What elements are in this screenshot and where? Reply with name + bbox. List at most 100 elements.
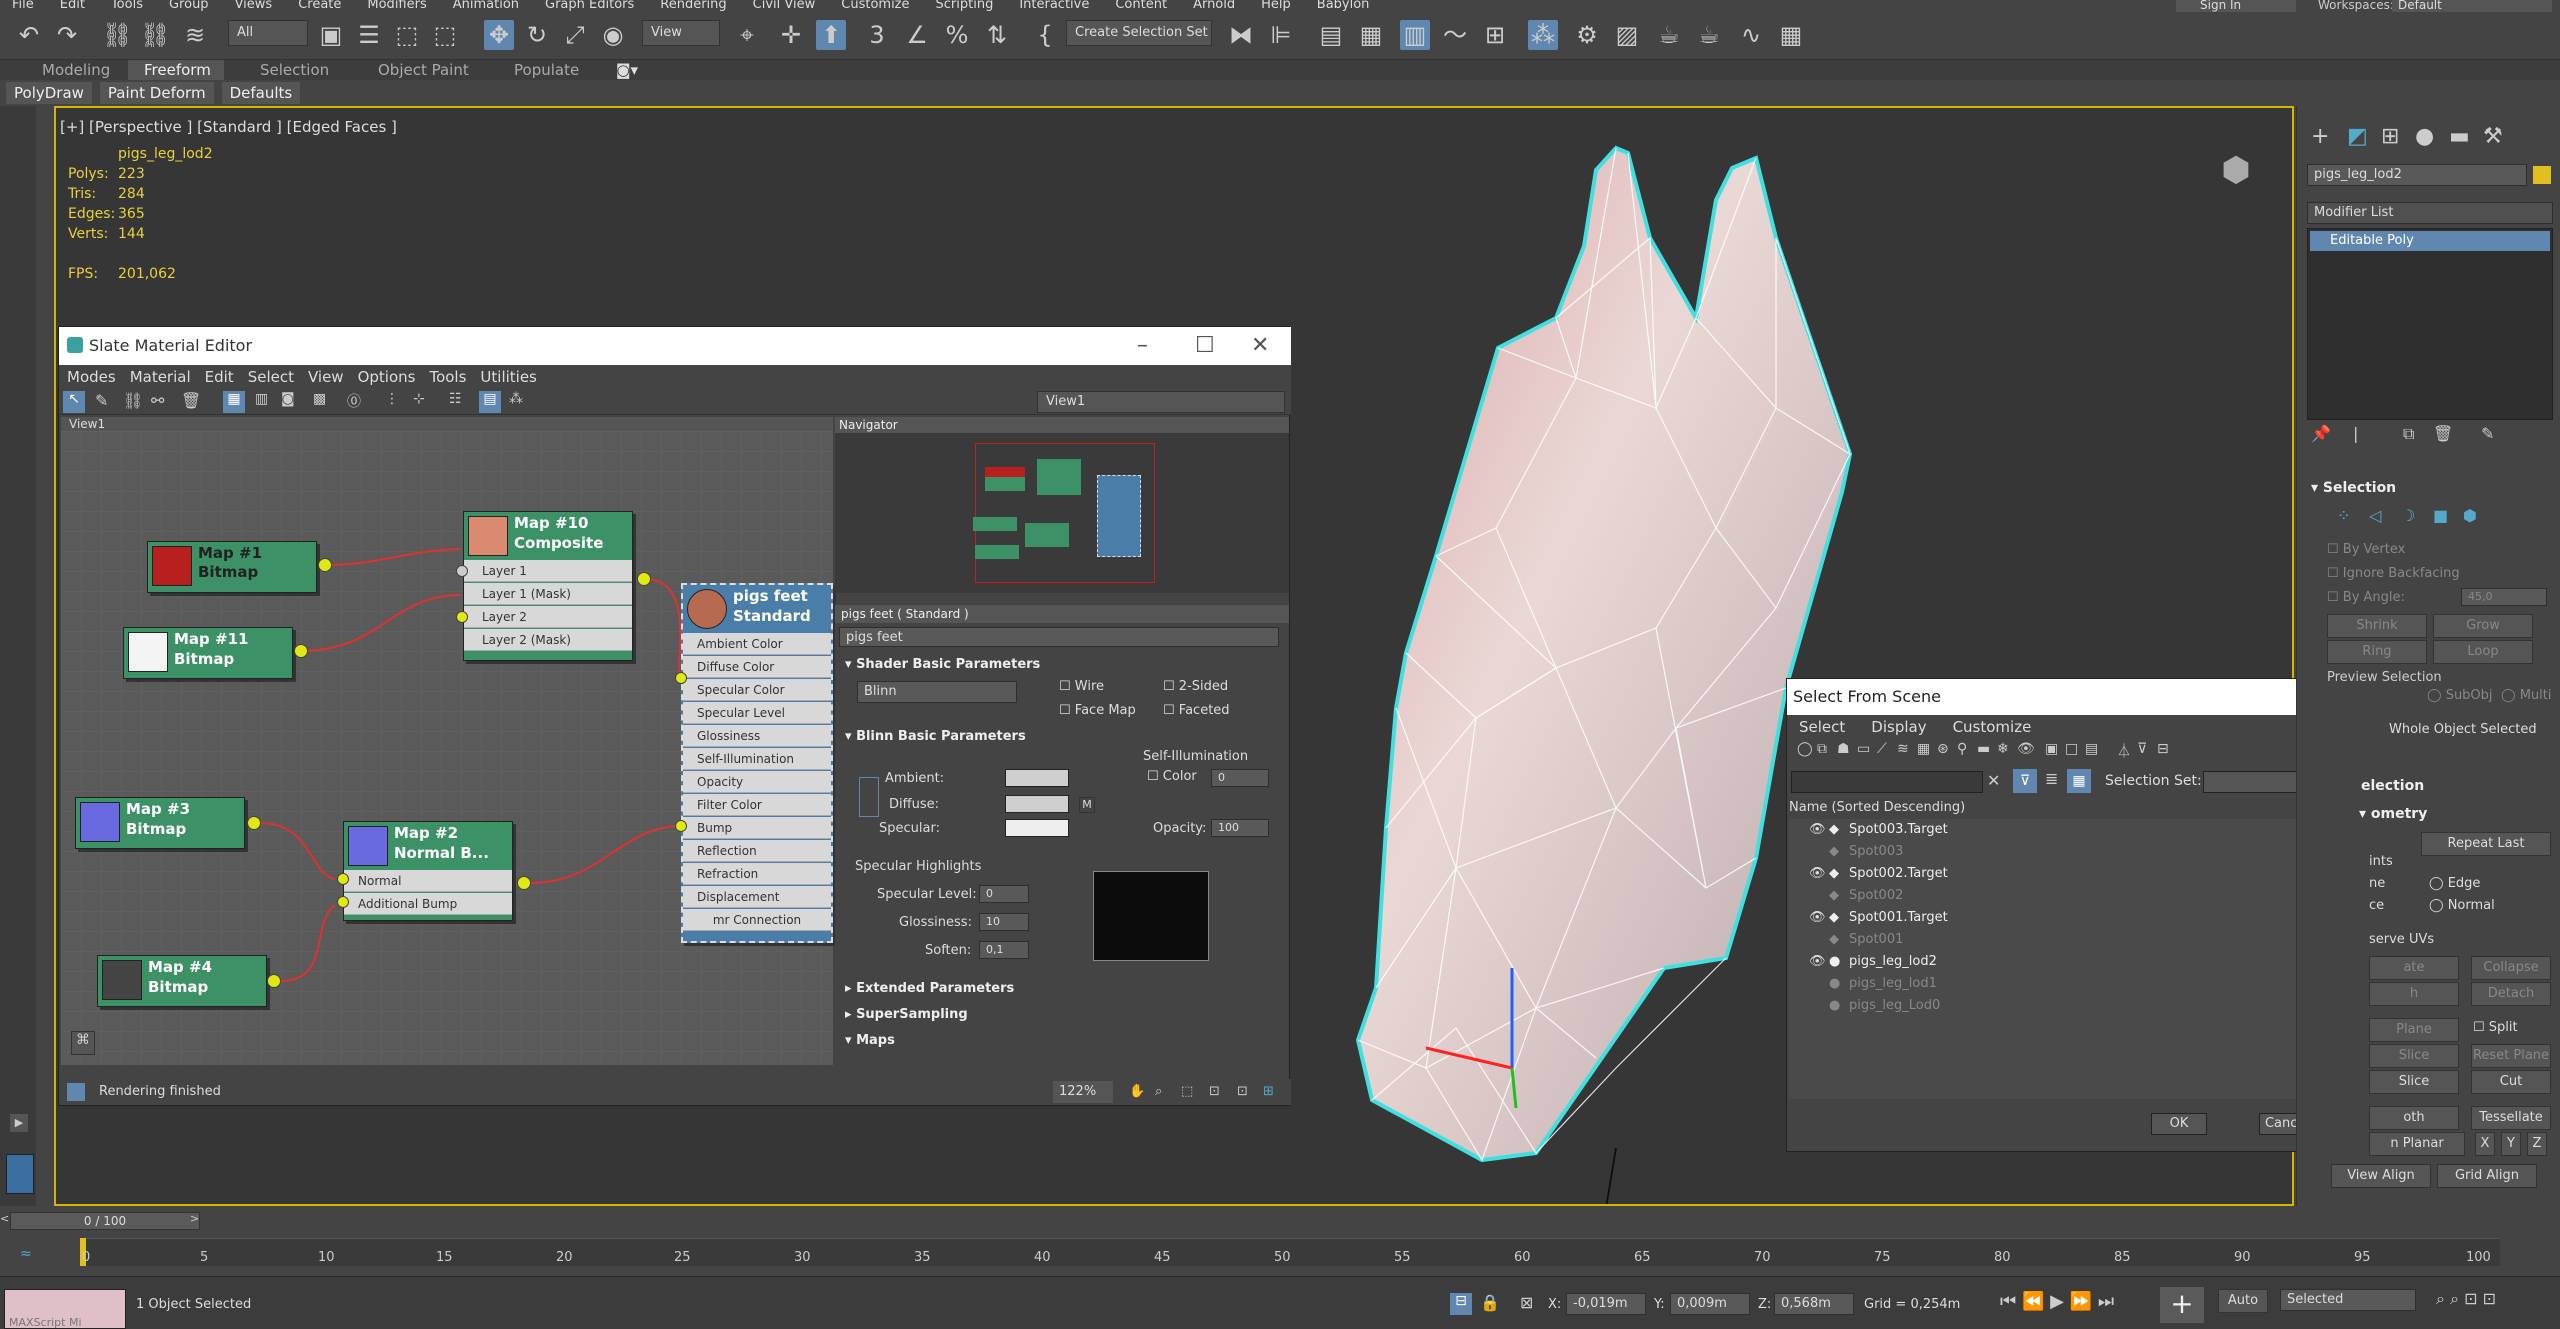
reference-coord-dropdown[interactable]: View [642, 20, 720, 46]
diffuse-input-port[interactable] [675, 672, 687, 684]
shrink-button[interactable]: Shrink [2327, 614, 2427, 638]
slot-displacement[interactable]: Displacement [683, 886, 831, 908]
slot-mr-connection[interactable]: mr Connection [683, 909, 831, 931]
expand-arrow-icon[interactable]: ▶ [10, 1114, 28, 1132]
layer-toggle-icon[interactable]: ≣ [2045, 769, 2058, 788]
blinn-basic-params-rollout[interactable]: ▾ Blinn Basic Parameters [845, 729, 1026, 744]
ribbon-options-icon[interactable]: ◙▾ [600, 60, 654, 80]
supersampling-rollout[interactable]: ▸ SuperSampling [845, 1007, 968, 1022]
map-10-output-port[interactable] [637, 572, 651, 586]
tessellate-button[interactable]: Tessellate [2471, 1106, 2551, 1130]
node-graph[interactable]: Map #1 Bitmap Map #11 Bitmap Map #10 Com… [61, 431, 833, 1065]
paint-deform-button[interactable]: Paint Deform [99, 82, 214, 104]
rect-selection-icon[interactable]: ⬚ [392, 20, 422, 50]
attach-button[interactable]: h [2369, 982, 2459, 1006]
filter-frozen-icon[interactable]: ❄ [1997, 741, 2009, 757]
slot-additional-bump[interactable]: Additional Bump [344, 893, 512, 915]
slot-glossiness[interactable]: Glossiness [683, 725, 831, 747]
edit-geometry-rollout[interactable]: ▾ ometry [2359, 806, 2427, 822]
key-filter-dropdown[interactable]: Selected [2280, 1289, 2416, 1311]
menu-civil-view[interactable]: Civil View [753, 0, 816, 11]
menu-animation[interactable]: Animation [453, 0, 519, 11]
modifier-list-dropdown[interactable]: Modifier List [2307, 202, 2553, 224]
menu-graph-editors[interactable]: Graph Editors [545, 0, 634, 11]
slot-bump[interactable]: Bump [683, 817, 831, 839]
preview-subobj-radio[interactable]: ◯ SubObj [2427, 688, 2493, 703]
selection-rollout[interactable]: ▾ Selection [2311, 480, 2396, 496]
map-1-output-port[interactable] [318, 558, 332, 572]
motion-tab-icon[interactable]: ● [2415, 124, 2434, 149]
constraint-edge-radio[interactable]: ◯ Edge [2429, 876, 2480, 891]
slate-menu-modes[interactable]: Modes [67, 368, 116, 386]
slate-menu-material[interactable]: Material [130, 368, 191, 386]
node-pigs-feet-standard[interactable]: pigs feet Standard Ambient Color Diffuse… [681, 583, 833, 943]
move-icon[interactable]: ✥ [484, 20, 514, 50]
edge-icon[interactable]: ◁ [2369, 506, 2381, 525]
menu-customize[interactable]: Customize [841, 0, 909, 11]
by-vertex-checkbox[interactable]: ☐ By Vertex [2327, 542, 2405, 557]
percent-snap-icon[interactable]: % [942, 20, 972, 50]
render-production-icon[interactable]: ☕ [1654, 20, 1684, 50]
filter-toggle-icon[interactable]: ⊽ [2013, 769, 2037, 793]
menu-tools[interactable]: Tools [111, 0, 143, 11]
layout-all-icon[interactable]: ⋮ [385, 391, 399, 407]
create-button[interactable]: ate [2369, 956, 2459, 980]
zoom-icon[interactable]: ⌕ [1155, 1079, 1162, 1105]
list-item[interactable]: 👁 ◆ Spot003.Target [1789, 819, 2369, 841]
shader-type-dropdown[interactable]: Blinn [857, 681, 1017, 703]
tab-object-paint[interactable]: Object Paint [362, 60, 485, 80]
bump-input-port[interactable] [675, 820, 687, 832]
go-to-start-icon[interactable]: ⏮ [2000, 1291, 2016, 1312]
display-invert-icon[interactable]: ▤ [2085, 741, 2098, 757]
layout-children-icon[interactable]: ⊹ [413, 391, 425, 407]
hide-unused-icon[interactable]: ☷ [449, 391, 462, 407]
visibility-icon[interactable]: 👁 [1809, 951, 1826, 973]
slot-layer-2-mask[interactable]: Layer 2 (Mask) [464, 629, 632, 651]
planar-z-button[interactable]: Z [2527, 1132, 2547, 1156]
show-map-icon[interactable]: ▥ [255, 391, 268, 407]
material-editor-icon[interactable]: ⁂ [1528, 20, 1558, 50]
sfs-menu-display[interactable]: Display [1871, 718, 1926, 736]
map-3-output-port[interactable] [247, 816, 261, 830]
remove-modifier-icon[interactable]: 🗑 [2433, 424, 2453, 443]
isolate-selection-icon[interactable]: ⊟ [1450, 1293, 1472, 1315]
angle-spinner[interactable]: 45,0 [2461, 588, 2547, 606]
layer-explorer-icon[interactable]: ▦ [1356, 20, 1386, 50]
keyboard-shortcut-override-icon[interactable]: ⬆ [816, 20, 846, 50]
slot-specular-level[interactable]: Specular Level [683, 702, 831, 724]
menu-create[interactable]: Create [298, 0, 341, 11]
spinner-snap-icon[interactable]: ⇅ [982, 20, 1012, 50]
filter-lights-icon[interactable]: ☗ [1837, 741, 1850, 757]
render-setup-icon[interactable]: ⚙ [1572, 20, 1602, 50]
faceted-checkbox[interactable]: ☐ Faceted [1163, 703, 1230, 718]
list-item[interactable]: ● pigs_leg_Lod0 [1789, 995, 2369, 1017]
hierarchy-tab-icon[interactable]: ⊞ [2381, 124, 2399, 149]
background-pattern-icon[interactable]: ▩ [313, 391, 326, 407]
delete-icon[interactable]: 🗑 [181, 391, 201, 410]
hierarchy-toggle-icon[interactable]: ▦ [2067, 769, 2091, 793]
glossiness-spinner[interactable]: 10 [979, 913, 1029, 931]
preview-multi-radio[interactable]: ◯ Multi [2501, 688, 2551, 703]
slot-refraction[interactable]: Refraction [683, 863, 831, 885]
put-to-scene-icon[interactable]: ⛓ [123, 391, 143, 410]
constraint-face-radio[interactable]: ce [2369, 898, 2384, 913]
element-icon[interactable]: ⬢ [2463, 506, 2477, 525]
navigator-toggle-icon[interactable]: ▤ [479, 391, 501, 413]
bind-spacewarp-icon[interactable]: ≋ [180, 20, 210, 50]
menu-file[interactable]: File [12, 0, 34, 11]
ignore-backfacing-checkbox[interactable]: ☐ Ignore Backfacing [2327, 566, 2460, 581]
play-icon[interactable]: ▶ [2050, 1291, 2064, 1312]
workspaces-dropdown[interactable]: Default [2392, 0, 2552, 12]
binoculars-icon[interactable]: ⌘ [71, 1031, 95, 1055]
display-tab-icon[interactable]: ▬ [2449, 124, 2470, 149]
slot-ambient-color[interactable]: Ambient Color [683, 633, 831, 655]
audio-waveform-icon[interactable]: ∿ [1736, 20, 1766, 50]
node-map-11[interactable]: Map #11 Bitmap [123, 627, 293, 679]
list-item[interactable]: 👁 ◆ Spot001.Target [1789, 907, 2369, 929]
unlink-icon[interactable]: ⛓ [140, 20, 170, 50]
by-angle-checkbox[interactable]: ☐ By Angle: [2327, 590, 2405, 605]
quickslice-button[interactable]: Slice [2369, 1070, 2459, 1094]
reset-plane-button[interactable]: Reset Plane [2471, 1044, 2551, 1068]
view-tab[interactable]: View1 [61, 417, 833, 431]
mirror-icon[interactable]: ⧓ [1226, 20, 1256, 50]
